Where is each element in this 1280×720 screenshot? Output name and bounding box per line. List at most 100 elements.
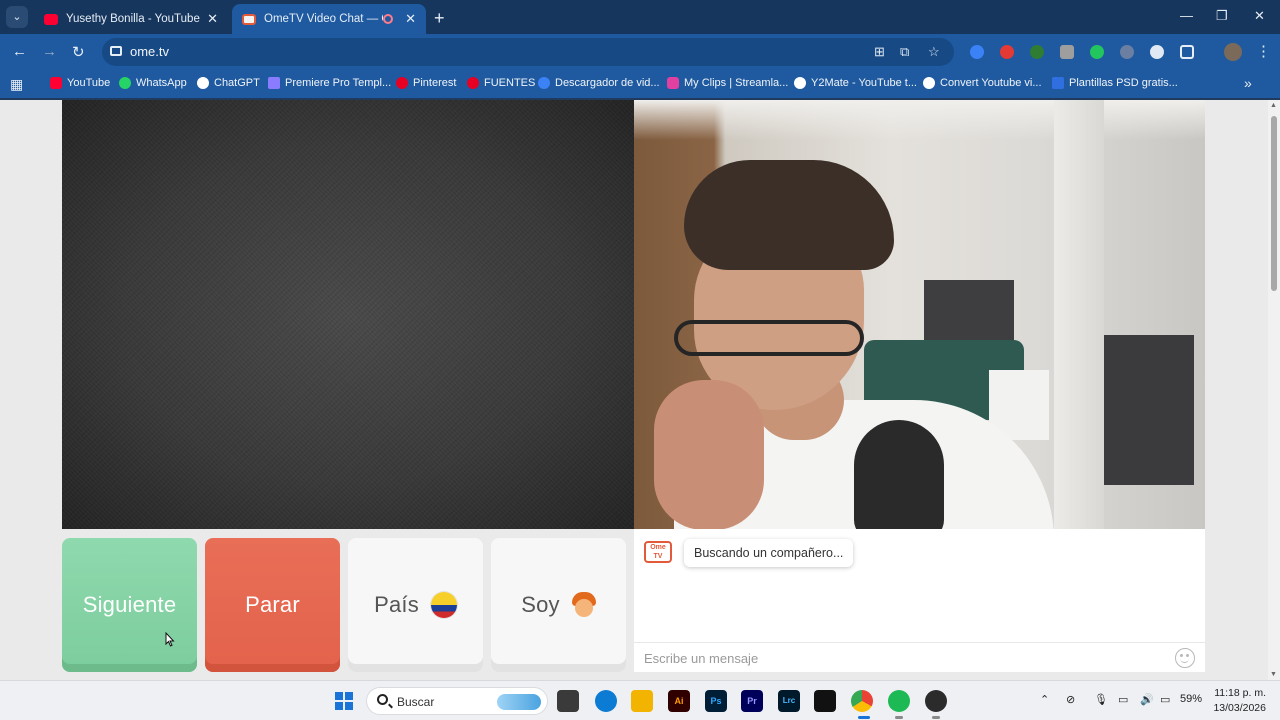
- edge-browser-icon[interactable]: [595, 690, 617, 712]
- message-input[interactable]: [644, 649, 1164, 667]
- chrome-icon[interactable]: [851, 690, 873, 712]
- bookmark-fuentes[interactable]: FUENTES: [467, 77, 535, 89]
- illustrator-icon[interactable]: Ai: [668, 690, 690, 712]
- extension-icon[interactable]: [1030, 45, 1044, 59]
- extension-icon[interactable]: [1000, 45, 1014, 59]
- chatgpt-icon: [197, 77, 209, 89]
- next-button-label: Siguiente: [82, 592, 177, 617]
- ometv-favicon-icon: [242, 13, 256, 25]
- bookmark-whatsapp[interactable]: WhatsApp: [119, 77, 187, 89]
- premiere-icon: [268, 77, 280, 89]
- next-button[interactable]: Siguiente: [62, 538, 197, 672]
- windows-taskbar: Buscar Ai Ps Pr Lrc ⌃ ⊘ 🎙 ▭ 🔊 ▭ 59% 11:1…: [0, 680, 1280, 720]
- page-scrollbar[interactable]: ▲ ▼: [1268, 100, 1280, 680]
- bookmark-convert-youtube[interactable]: Convert Youtube vi...: [923, 77, 1042, 89]
- forward-arrow-icon[interactable]: →: [42, 43, 57, 60]
- scroll-down-arrow-icon[interactable]: ▼: [1270, 671, 1277, 678]
- restore-window-button[interactable]: ❐: [1216, 8, 1228, 24]
- more-bookmarks-chevron-icon[interactable]: »: [1244, 75, 1252, 91]
- photoshop-icon[interactable]: Ps: [705, 690, 727, 712]
- bookmark-descargador[interactable]: Descargador de vid...: [538, 77, 660, 89]
- bookmark-pinterest[interactable]: Pinterest: [396, 77, 456, 89]
- search-icon: [377, 694, 388, 705]
- cast-icon[interactable]: ⧉: [900, 44, 909, 60]
- scroll-thumb[interactable]: [1271, 116, 1277, 291]
- youtube-favicon-icon: [44, 13, 58, 25]
- spotify-icon[interactable]: [888, 690, 910, 712]
- display-icon[interactable]: ▭: [1118, 693, 1128, 706]
- clock-time: 11:18 p. m.: [1214, 687, 1266, 699]
- room-fridge: [1104, 335, 1194, 485]
- pinterest-icon: [396, 77, 408, 89]
- browser-toolbar: ← → ↻ ome.tv ⊞ ⧉ ☆ ⋮: [0, 34, 1280, 70]
- pinterest-icon: [467, 77, 479, 89]
- search-highlight-icon: [497, 694, 541, 710]
- recording-indicator-icon: [383, 14, 394, 24]
- tab-search-chevron-icon[interactable]: ⌄: [6, 6, 28, 28]
- country-button[interactable]: País: [348, 538, 483, 672]
- bookmark-chatgpt[interactable]: ChatGPT: [197, 77, 260, 89]
- mouse-cursor-icon: [165, 632, 175, 647]
- reload-icon[interactable]: ↻: [72, 43, 85, 61]
- clock-date: 13/03/2026: [1213, 702, 1266, 714]
- battery-percent: 59%: [1180, 693, 1203, 705]
- taskbar-search[interactable]: Buscar: [366, 687, 548, 715]
- close-window-button[interactable]: ✕: [1254, 8, 1265, 24]
- close-tab-icon[interactable]: ✕: [207, 11, 218, 27]
- bookmark-youtube[interactable]: YouTube: [50, 77, 110, 89]
- freepik-icon: [1052, 77, 1064, 89]
- emoji-smiley-icon[interactable]: [1175, 648, 1195, 668]
- file-explorer-icon[interactable]: [631, 690, 653, 712]
- bookmark-my-clips[interactable]: My Clips | Streamla...: [667, 77, 788, 89]
- battery-icon[interactable]: ▭: [1160, 693, 1170, 706]
- bookmark-star-icon[interactable]: ☆: [928, 44, 940, 60]
- bookmark-y2mate[interactable]: Y2Mate - YouTube t...: [794, 77, 917, 89]
- bookmarks-bar: ▦ YouTube WhatsApp ChatGPT Premiere Pro …: [0, 70, 1280, 98]
- no-network-icon[interactable]: ⊘: [1066, 693, 1075, 706]
- close-tab-icon[interactable]: ✕: [405, 11, 416, 27]
- extension-icon[interactable]: [970, 45, 984, 59]
- apps-grid-icon[interactable]: ▦: [10, 76, 23, 93]
- microphone-icon[interactable]: 🎙: [1094, 693, 1108, 706]
- ometv-page: Siguiente Parar País Soy Ome TV Buscando…: [0, 100, 1280, 680]
- tab-title: Yusethy Bonilla - YouTube: [66, 13, 200, 25]
- camera-in-use-icon[interactable]: [110, 46, 122, 56]
- taskbar-search-label: Buscar: [397, 695, 435, 709]
- self-camera-video: [634, 100, 1205, 529]
- country-button-label: País: [374, 592, 419, 617]
- browser-menu-icon[interactable]: ⋮: [1256, 42, 1271, 60]
- translate-icon[interactable]: ⊞: [874, 44, 885, 60]
- microphone: [854, 420, 944, 529]
- extension-icon[interactable]: [1060, 45, 1074, 59]
- extension-icon[interactable]: [1120, 45, 1134, 59]
- chrome-active-indicator: [858, 716, 870, 719]
- tab-youtube[interactable]: Yusethy Bonilla - YouTube ✕: [34, 4, 228, 34]
- task-view-icon[interactable]: [557, 690, 579, 712]
- tray-overflow-chevron-icon[interactable]: ⌃: [1040, 693, 1049, 706]
- premiere-pro-icon[interactable]: Pr: [741, 690, 763, 712]
- windows-start-icon[interactable]: [335, 692, 353, 710]
- youtube-icon: [50, 77, 62, 89]
- obs-icon[interactable]: [925, 690, 947, 712]
- bookmark-premiere-templates[interactable]: Premiere Pro Templ...: [268, 77, 391, 89]
- minimize-window-button[interactable]: —: [1180, 8, 1193, 23]
- system-clock[interactable]: 11:18 p. m. 13/03/2026: [1212, 686, 1266, 716]
- profile-avatar[interactable]: [1224, 43, 1242, 61]
- new-tab-button[interactable]: +: [434, 8, 445, 29]
- room-pillar: [1054, 100, 1104, 529]
- extensions-puzzle-icon[interactable]: [1180, 45, 1194, 59]
- capcut-icon[interactable]: [814, 690, 836, 712]
- streamlabs-icon: [667, 77, 679, 89]
- stop-button[interactable]: Parar: [205, 538, 340, 672]
- tab-ometv[interactable]: OmeTV Video Chat — Ome ✕: [232, 4, 426, 34]
- scroll-up-arrow-icon[interactable]: ▲: [1270, 102, 1277, 109]
- y2mate-icon: [794, 77, 806, 89]
- bookmark-plantillas-psd[interactable]: Plantillas PSD gratis...: [1052, 77, 1178, 89]
- back-arrow-icon[interactable]: ←: [12, 43, 27, 60]
- extension-icon[interactable]: [1090, 45, 1104, 59]
- lightroom-classic-icon[interactable]: Lrc: [778, 690, 800, 712]
- extension-icon[interactable]: [1150, 45, 1164, 59]
- address-bar[interactable]: ome.tv ⊞ ⧉ ☆: [102, 38, 954, 66]
- volume-icon[interactable]: 🔊: [1140, 693, 1154, 706]
- gender-button[interactable]: Soy: [491, 538, 626, 672]
